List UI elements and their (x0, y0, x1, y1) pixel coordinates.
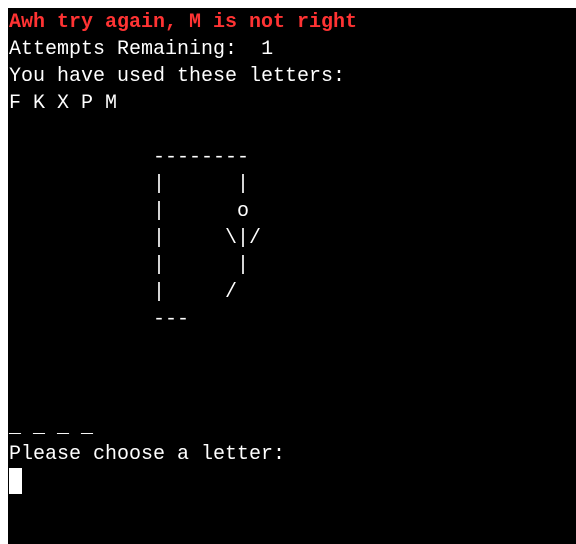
terminal-window: Awh try again, M is not right Attempts R… (8, 8, 576, 544)
attempts-count: 1 (261, 38, 274, 61)
attempts-label: Attempts Remaining: (9, 38, 238, 61)
used-letters-list: F K X P M (9, 92, 118, 115)
letter-input[interactable] (9, 468, 549, 496)
text-cursor (9, 468, 22, 494)
attempts-line: Attempts Remaining: 1 (9, 36, 273, 63)
status-message: Awh try again, M is not right (9, 11, 358, 34)
word-progress: _ _ _ _ (9, 416, 94, 439)
letter-prompt: Please choose a letter: (9, 443, 286, 466)
used-letters-label: You have used these letters: (9, 65, 346, 88)
hangman-drawing: -------- | | | o | \|/ | | | / --- (153, 146, 262, 331)
